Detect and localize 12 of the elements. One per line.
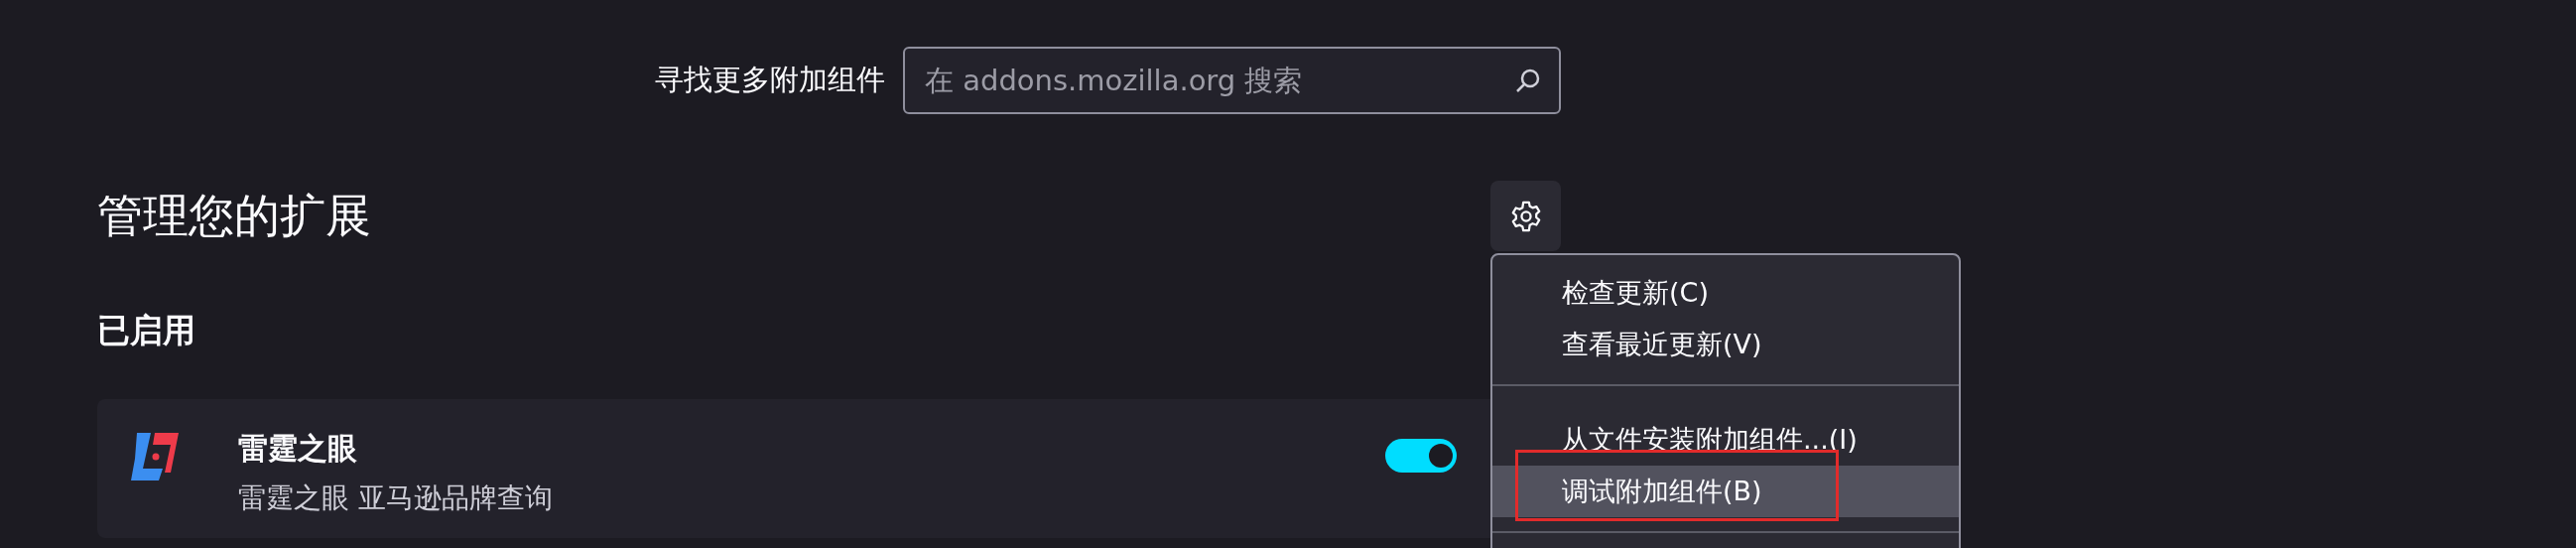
enable-toggle[interactable]	[1385, 439, 1457, 473]
search-icon	[1515, 68, 1541, 93]
page-heading: 管理您的扩展	[97, 187, 371, 244]
extension-name: 雷霆之眼	[238, 430, 358, 468]
menu-item[interactable]: 检查更新(C)	[1492, 267, 1959, 319]
extension-description: 雷霆之眼 亚马逊品牌查询	[238, 480, 554, 516]
menu-item[interactable]: 调试附加组件(B)	[1492, 466, 1959, 517]
search-field[interactable]: 在 addons.mozilla.org 搜索	[903, 47, 1561, 114]
menu-item[interactable]: 查看最近更新(V)	[1492, 319, 1959, 370]
section-title: 已启用	[97, 310, 196, 351]
settings-button[interactable]	[1490, 181, 1561, 251]
search-label: 寻找更多附加组件	[655, 62, 885, 98]
